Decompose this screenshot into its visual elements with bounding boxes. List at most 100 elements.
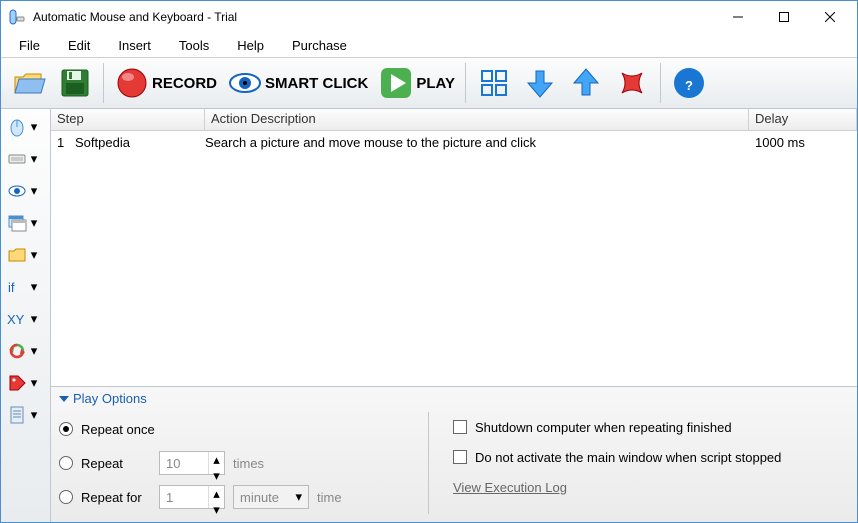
side-tag-button[interactable]: ▾ bbox=[1, 367, 50, 399]
radio-repeat[interactable] bbox=[59, 456, 73, 470]
delete-x-icon bbox=[614, 65, 650, 101]
smart-click-label: SMART CLICK bbox=[265, 75, 368, 92]
open-button[interactable] bbox=[7, 61, 51, 105]
grid-icon bbox=[476, 65, 512, 101]
menu-tools[interactable]: Tools bbox=[165, 36, 223, 55]
side-mouse-button[interactable]: ▾ bbox=[1, 111, 50, 143]
window-icon bbox=[5, 211, 29, 235]
app-icon bbox=[9, 9, 25, 25]
side-eye-button[interactable]: ▾ bbox=[1, 175, 50, 207]
open-folder-icon bbox=[11, 65, 47, 101]
play-options-title: Play Options bbox=[73, 391, 147, 406]
help-icon: ? bbox=[671, 65, 707, 101]
help-button[interactable]: ? bbox=[667, 61, 711, 105]
time-unit-combo[interactable]: minute▾ bbox=[233, 485, 309, 509]
delete-button[interactable] bbox=[610, 61, 654, 105]
close-button[interactable] bbox=[807, 3, 853, 31]
if-icon: if bbox=[5, 275, 29, 299]
chevron-down-icon: ▾ bbox=[29, 183, 39, 199]
keyboard-icon bbox=[5, 147, 29, 171]
repeat-for-input[interactable]: 1▴▾ bbox=[159, 485, 225, 509]
repeat-for-label: Repeat for bbox=[81, 490, 151, 505]
grid-header: Step Action Description Delay bbox=[51, 109, 857, 131]
radio-repeat-once[interactable] bbox=[59, 422, 73, 436]
chevron-down-icon: ▾ bbox=[29, 375, 39, 391]
down-arrow-button[interactable] bbox=[518, 61, 562, 105]
minimize-button[interactable] bbox=[715, 3, 761, 31]
side-loop-button[interactable]: ▾ bbox=[1, 335, 50, 367]
cell-step-name: Softpedia bbox=[69, 133, 199, 152]
menu-help[interactable]: Help bbox=[223, 36, 278, 55]
mouse-icon bbox=[5, 115, 29, 139]
main-toolbar: RECORD SMART CLICK PLAY ? bbox=[1, 57, 857, 109]
eye-icon bbox=[5, 179, 29, 203]
chevron-down-icon: ▾ bbox=[29, 407, 39, 423]
time-label: time bbox=[317, 490, 342, 505]
chevron-down-icon: ▾ bbox=[29, 247, 39, 263]
collapse-caret-icon[interactable] bbox=[59, 394, 73, 404]
chevron-down-icon: ▾ bbox=[29, 151, 39, 167]
window-title: Automatic Mouse and Keyboard - Trial bbox=[33, 10, 715, 24]
folder-icon bbox=[5, 243, 29, 267]
play-options-panel: Play Options Repeat once Repeat 10▴▾ tim… bbox=[51, 386, 857, 522]
up-arrow-icon bbox=[568, 65, 604, 101]
side-toolbar: ▾ ▾ ▾ ▾ ▾ if ▾ XY ▾ ▾ ▾ ▾ bbox=[1, 109, 51, 522]
spinner-down-icon[interactable]: ▾ bbox=[209, 502, 224, 518]
xy-icon: XY bbox=[5, 307, 29, 331]
chevron-down-icon: ▾ bbox=[29, 279, 39, 295]
shutdown-label: Shutdown computer when repeating finishe… bbox=[475, 420, 732, 435]
col-header-description[interactable]: Action Description bbox=[205, 109, 749, 130]
checkbox-shutdown[interactable] bbox=[453, 420, 467, 434]
up-arrow-button[interactable] bbox=[564, 61, 608, 105]
menu-bar: File Edit Insert Tools Help Purchase bbox=[1, 33, 857, 57]
maximize-button[interactable] bbox=[761, 3, 807, 31]
play-button[interactable]: PLAY bbox=[374, 61, 459, 105]
chevron-down-icon: ▾ bbox=[295, 489, 302, 505]
spinner-up-icon[interactable]: ▴ bbox=[209, 452, 224, 468]
save-button[interactable] bbox=[53, 61, 97, 105]
eye-icon bbox=[227, 65, 263, 101]
side-if-button[interactable]: if ▾ bbox=[1, 271, 50, 303]
smart-click-button[interactable]: SMART CLICK bbox=[223, 61, 372, 105]
toolbar-separator bbox=[103, 63, 104, 103]
chevron-down-icon: ▾ bbox=[29, 119, 39, 135]
play-label: PLAY bbox=[416, 75, 455, 92]
view-execution-log-link[interactable]: View Execution Log bbox=[453, 480, 567, 495]
side-document-button[interactable]: ▾ bbox=[1, 399, 50, 431]
spinner-down-icon[interactable]: ▾ bbox=[209, 468, 224, 484]
grid-tool-button[interactable] bbox=[472, 61, 516, 105]
record-label: RECORD bbox=[152, 75, 217, 92]
svg-text:?: ? bbox=[685, 78, 693, 93]
repeat-count-input[interactable]: 10▴▾ bbox=[159, 451, 225, 475]
side-xy-button[interactable]: XY ▾ bbox=[1, 303, 50, 335]
radio-repeat-for[interactable] bbox=[59, 490, 73, 504]
chevron-down-icon: ▾ bbox=[29, 343, 39, 359]
action-grid[interactable]: Step Action Description Delay 1 Softpedi… bbox=[51, 109, 857, 386]
menu-file[interactable]: File bbox=[5, 36, 54, 55]
col-header-delay[interactable]: Delay bbox=[749, 109, 857, 130]
spinner-up-icon[interactable]: ▴ bbox=[209, 486, 224, 502]
cell-delay: 1000 ms bbox=[749, 133, 857, 152]
side-folder-button[interactable]: ▾ bbox=[1, 239, 50, 271]
menu-edit[interactable]: Edit bbox=[54, 36, 104, 55]
times-label: times bbox=[233, 456, 264, 471]
record-button[interactable]: RECORD bbox=[110, 61, 221, 105]
record-icon bbox=[114, 65, 150, 101]
checkbox-dont-activate[interactable] bbox=[453, 450, 467, 464]
chevron-down-icon: ▾ bbox=[29, 215, 39, 231]
col-header-step[interactable]: Step bbox=[51, 109, 205, 130]
document-icon bbox=[5, 403, 29, 427]
svg-text:XY: XY bbox=[7, 312, 25, 327]
menu-purchase[interactable]: Purchase bbox=[278, 36, 361, 55]
chevron-down-icon: ▾ bbox=[29, 311, 39, 327]
side-keyboard-button[interactable]: ▾ bbox=[1, 143, 50, 175]
table-row[interactable]: 1 Softpedia Search a picture and move mo… bbox=[51, 131, 857, 153]
cell-description: Search a picture and move mouse to the p… bbox=[199, 133, 749, 152]
dont-activate-label: Do not activate the main window when scr… bbox=[475, 450, 781, 465]
menu-insert[interactable]: Insert bbox=[104, 36, 165, 55]
save-icon bbox=[57, 65, 93, 101]
cell-step-number: 1 bbox=[51, 133, 69, 152]
title-bar: Automatic Mouse and Keyboard - Trial bbox=[1, 1, 857, 33]
side-window-button[interactable]: ▾ bbox=[1, 207, 50, 239]
svg-text:if: if bbox=[8, 280, 15, 295]
